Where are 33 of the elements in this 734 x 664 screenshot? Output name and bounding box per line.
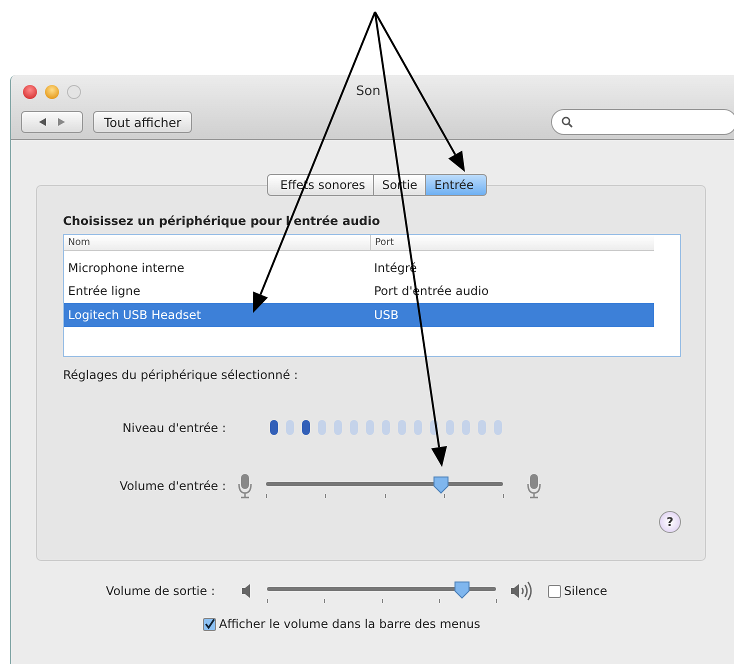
close-button[interactable] bbox=[23, 85, 37, 99]
tab[interactable]: Entrée bbox=[426, 174, 487, 196]
mute-label: Silence bbox=[564, 584, 608, 598]
speaker-icon bbox=[241, 584, 253, 598]
back-icon[interactable] bbox=[38, 117, 48, 127]
input-volume-slider[interactable] bbox=[266, 474, 503, 498]
forward-icon[interactable] bbox=[56, 117, 66, 127]
search-icon bbox=[561, 116, 573, 128]
device-port: USB bbox=[373, 308, 399, 322]
input-volume-label: Volume d'entrée : bbox=[118, 479, 226, 493]
slider-thumb[interactable] bbox=[454, 581, 470, 599]
menu-bar-volume-label: Afficher le volume dans la barre des menus bbox=[219, 617, 480, 631]
slider-thumb[interactable] bbox=[433, 476, 450, 494]
back-forward-control[interactable] bbox=[21, 111, 83, 133]
input-level-label: Niveau d'entrée : bbox=[122, 420, 226, 434]
device-name: Entrée ligne bbox=[67, 284, 142, 298]
minimize-button[interactable] bbox=[45, 85, 59, 99]
device-name: Microphone interne bbox=[67, 260, 186, 275]
search-field[interactable] bbox=[551, 109, 734, 135]
help-button[interactable]: ? bbox=[659, 511, 681, 533]
menu-bar-volume-checkbox[interactable] bbox=[203, 618, 216, 630]
microphone-icon bbox=[238, 473, 252, 499]
window-title: Son bbox=[356, 84, 380, 99]
output-volume-slider[interactable] bbox=[267, 579, 496, 603]
device-name: Logitech USB Headset bbox=[67, 308, 202, 322]
show-all-button[interactable]: Tout afficher bbox=[93, 111, 192, 133]
column-header[interactable]: Nom bbox=[64, 235, 370, 250]
column-header[interactable]: Port bbox=[370, 235, 394, 250]
microphone-icon bbox=[527, 473, 541, 499]
device-row[interactable]: Logitech USB Headset USB bbox=[64, 303, 654, 326]
mute-checkbox[interactable] bbox=[548, 584, 561, 598]
settings-heading: Réglages du périphérique sélectionné : bbox=[63, 368, 299, 382]
output-volume-label: Volume de sortie : bbox=[104, 584, 215, 598]
